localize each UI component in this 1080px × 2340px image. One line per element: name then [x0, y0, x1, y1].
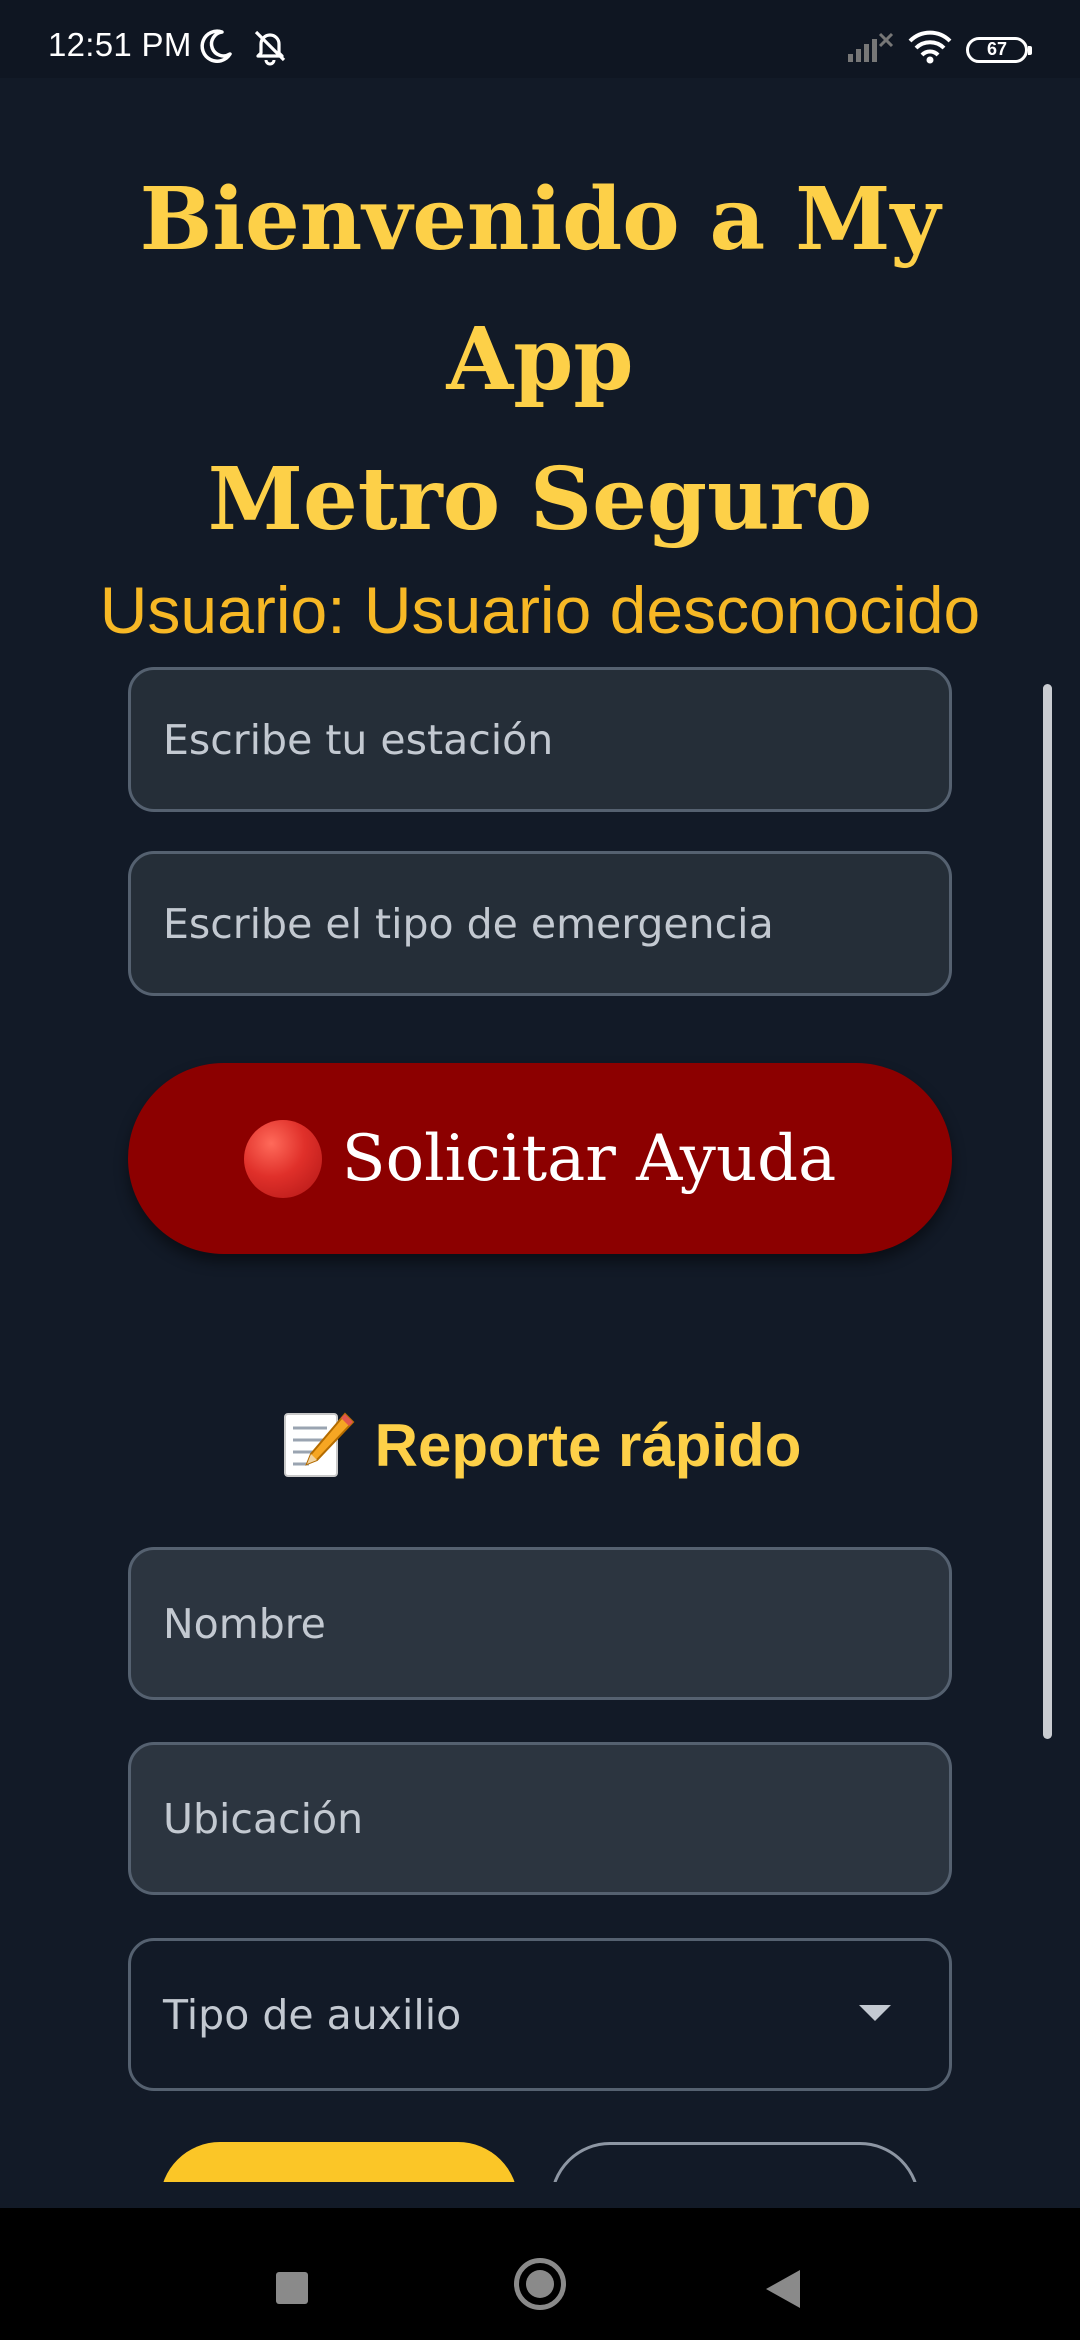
- battery-icon: 67: [966, 36, 1032, 63]
- navigation-bar: [0, 2208, 1080, 2340]
- memo-icon: [279, 1408, 355, 1482]
- name-placeholder: Nombre: [163, 1599, 326, 1648]
- title-line-3: Metro Seguro: [207, 449, 873, 550]
- request-help-label: Solicitar Ayuda: [341, 1121, 837, 1196]
- aid-type-placeholder: Tipo de auxilio: [163, 1990, 462, 2039]
- status-bar: 12:51 PM 67: [0, 0, 1080, 78]
- name-input[interactable]: Nombre: [128, 1547, 952, 1700]
- status-right-icons: 67: [846, 30, 1032, 69]
- quick-report-title: Reporte rápido: [374, 1411, 802, 1479]
- bell-off-icon: [250, 26, 290, 66]
- scrollbar[interactable]: [1043, 684, 1052, 1739]
- page-title: Bienvenido a My App Metro Seguro: [60, 150, 1020, 570]
- wifi-icon: [908, 30, 952, 69]
- title-line-1: Bienvenido a My: [139, 169, 941, 270]
- station-input[interactable]: Escribe tu estación: [128, 667, 952, 812]
- scroll-clip-edge: [0, 2182, 1080, 2208]
- aid-type-select[interactable]: Tipo de auxilio: [128, 1938, 952, 2091]
- title-line-2: App: [446, 309, 634, 410]
- status-time: 12:51 PM: [48, 26, 192, 63]
- recents-square-icon[interactable]: [276, 2272, 308, 2304]
- chevron-down-icon: [859, 2005, 891, 2021]
- location-placeholder: Ubicación: [163, 1794, 364, 1843]
- quick-report-heading: Reporte rápido: [0, 1408, 1080, 1482]
- emergency-type-placeholder: Escribe el tipo de emergencia: [163, 899, 774, 948]
- back-triangle-icon[interactable]: [766, 2270, 800, 2308]
- status-left-icons: [196, 26, 290, 66]
- red-circle-icon: [243, 1119, 322, 1198]
- user-label: Usuario: Usuario desconocido: [99, 573, 981, 647]
- emergency-type-input[interactable]: Escribe el tipo de emergencia: [128, 851, 952, 996]
- station-placeholder: Escribe tu estación: [163, 715, 554, 764]
- moon-icon: [196, 26, 236, 66]
- location-input[interactable]: Ubicación: [128, 1742, 952, 1895]
- request-help-button[interactable]: Solicitar Ayuda: [128, 1063, 952, 1254]
- signal-x-icon: [846, 30, 894, 69]
- home-circle-icon[interactable]: [514, 2258, 566, 2310]
